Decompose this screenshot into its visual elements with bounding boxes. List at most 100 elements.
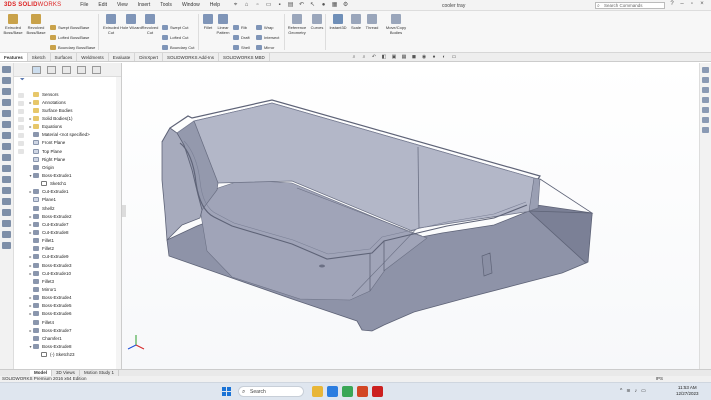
tray-right-handle-tab[interactable] — [481, 252, 493, 277]
tree-item[interactable]: ▸ Cut-Extrude1 — [28, 188, 122, 196]
menu-help[interactable]: Help — [205, 2, 225, 8]
offset-tool-icon[interactable] — [2, 154, 11, 161]
tree-item[interactable]: ▸ Equations — [28, 123, 122, 131]
trim-tool-icon[interactable] — [2, 143, 11, 150]
tree-item[interactable]: Fillet3 — [28, 277, 122, 285]
tab-features[interactable]: Features — [0, 53, 28, 61]
view-settings-icon[interactable]: ▭ — [450, 54, 458, 61]
chevron-up-icon[interactable]: ^ — [620, 388, 622, 394]
swept-cut-button[interactable]: Swept Cut — [162, 25, 188, 30]
lofted-boss-button[interactable]: Lofted Boss/Base — [50, 35, 89, 40]
tree-item[interactable]: Chamfer1 — [28, 334, 122, 342]
move-copy-bodies-button[interactable]: Move/Copy Bodies — [383, 14, 409, 35]
file-explorer-icon[interactable] — [312, 386, 323, 397]
apply-scene-icon[interactable]: ◐ — [440, 54, 448, 61]
tree-item[interactable]: Plane1 — [28, 196, 122, 204]
browser-icon[interactable] — [327, 386, 338, 397]
hide-show-items-icon[interactable]: ◉ — [420, 54, 428, 61]
tree-item[interactable]: ▸ Solid Bodies(1) — [28, 114, 122, 122]
view-palette-icon[interactable] — [702, 97, 709, 103]
zoom-to-area-icon[interactable]: ⌕ — [360, 54, 368, 61]
tree-item[interactable]: Sketch1 — [28, 180, 122, 188]
tree-item[interactable]: Front Plane — [28, 139, 122, 147]
reference-geometry-button[interactable]: Reference Geometry — [286, 14, 308, 35]
file-explorer-pane-icon[interactable] — [702, 87, 709, 93]
tree-item[interactable]: Origin — [28, 163, 122, 171]
shell-button[interactable]: Shell — [233, 45, 250, 50]
new-document-icon[interactable]: ▫ — [253, 2, 262, 9]
tab-mbd[interactable]: SOLIDWORKS MBD — [219, 53, 270, 61]
mail-icon[interactable] — [357, 386, 368, 397]
zoom-to-fit-icon[interactable]: ⌕ — [350, 54, 358, 61]
graphics-area[interactable] — [122, 63, 699, 370]
tree-item[interactable]: Fillet2 — [28, 245, 122, 253]
swept-boss-button[interactable]: Swept Boss/Base — [50, 25, 89, 30]
help-icon[interactable]: ? — [667, 1, 677, 7]
relations-icon[interactable] — [2, 187, 11, 194]
pattern-tool-icon[interactable] — [2, 176, 11, 183]
quick-snaps-icon[interactable] — [2, 209, 11, 216]
mass-properties-icon[interactable] — [2, 242, 11, 249]
menu-insert[interactable]: Insert — [133, 2, 156, 8]
battery-icon[interactable]: ▭ — [641, 388, 646, 394]
spline-tool-icon[interactable] — [2, 132, 11, 139]
options-icon[interactable]: ⚙ — [341, 2, 350, 9]
file-properties-icon[interactable]: ▦ — [330, 2, 339, 9]
view-orientation-icon[interactable]: ▦ — [400, 54, 408, 61]
tree-item[interactable]: ▸ Cut-Extrude7 — [28, 220, 122, 228]
extruded-cut-button[interactable]: Extruded Cut — [100, 14, 122, 35]
pin-icon[interactable]: ⌖ — [231, 2, 240, 9]
tree-scrollbar[interactable] — [116, 77, 121, 370]
tree-item[interactable]: ▸ Boss-Extrude5 — [28, 302, 122, 310]
design-library-icon[interactable] — [702, 77, 709, 83]
appearances-icon[interactable] — [702, 107, 709, 113]
draft-button[interactable]: Draft — [233, 35, 250, 40]
edit-appearance-icon[interactable]: ● — [430, 54, 438, 61]
tree-item[interactable]: ▾ Boss-Extrude8 — [28, 342, 122, 350]
linear-pattern-button[interactable]: Linear Pattern — [212, 14, 234, 35]
model-viewport[interactable] — [122, 63, 699, 370]
configuration-manager-tab-icon[interactable] — [62, 65, 71, 74]
dimxpert-manager-tab-icon[interactable] — [77, 65, 86, 74]
mirror-button[interactable]: Mirror — [256, 45, 274, 50]
print-icon[interactable]: ▤ — [286, 2, 295, 9]
tab-dimxpert[interactable]: DimXpert — [135, 53, 164, 61]
chrome-icon[interactable] — [342, 386, 353, 397]
lofted-cut-button[interactable]: Lofted Cut — [162, 35, 188, 40]
tree-item[interactable]: Surface Bodies — [28, 106, 122, 114]
tree-item[interactable]: Shell2 — [28, 204, 122, 212]
windows-start-icon[interactable] — [222, 387, 231, 396]
tab-surfaces[interactable]: Surfaces — [51, 53, 78, 61]
rebuild-icon[interactable]: ● — [319, 2, 328, 9]
menu-view[interactable]: View — [112, 2, 133, 8]
menu-tools[interactable]: Tools — [155, 2, 177, 8]
rapid-sketch-icon[interactable] — [2, 220, 11, 227]
dynamic-annotation-icon[interactable]: ▣ — [390, 54, 398, 61]
funnel-icon[interactable]: ⏷ — [14, 77, 121, 85]
extruded-boss-button[interactable]: Extruded Boss/Base — [2, 14, 24, 35]
select-icon[interactable]: ↖ — [308, 2, 317, 9]
custom-properties-icon[interactable] — [702, 117, 709, 123]
line-tool-icon[interactable] — [2, 88, 11, 95]
display-manager-tab-icon[interactable] — [92, 65, 101, 74]
tree-item[interactable]: ▸ Cut-Extrude9 — [28, 253, 122, 261]
view-triad[interactable] — [127, 335, 145, 350]
smart-dimension-icon[interactable] — [2, 77, 11, 84]
repair-sketch-icon[interactable] — [2, 198, 11, 205]
forum-icon[interactable] — [702, 127, 709, 133]
revolved-cut-button[interactable]: Revolved Cut — [139, 14, 161, 35]
maximize-icon[interactable]: ▫ — [687, 1, 697, 7]
undo-icon[interactable]: ↶ — [297, 2, 306, 9]
tree-item[interactable]: Right Plane — [28, 155, 122, 163]
close-icon[interactable]: × — [697, 1, 707, 7]
tree-item[interactable]: Sensors — [28, 90, 122, 98]
wrap-button[interactable]: Wrap — [256, 25, 273, 30]
tree-item[interactable]: ▸ Boss-Extrude4 — [28, 294, 122, 302]
arc-tool-icon[interactable] — [2, 121, 11, 128]
display-style-icon[interactable]: ◼ — [410, 54, 418, 61]
tree-item[interactable]: Fillet4 — [28, 318, 122, 326]
tree-item[interactable]: ▸ Boss-Extrude7 — [28, 326, 122, 334]
tree-item[interactable]: Top Plane — [28, 147, 122, 155]
tree-item[interactable]: ▸ Boss-Extrude3 — [28, 261, 122, 269]
tree-item[interactable]: Material <not specified> — [28, 131, 122, 139]
